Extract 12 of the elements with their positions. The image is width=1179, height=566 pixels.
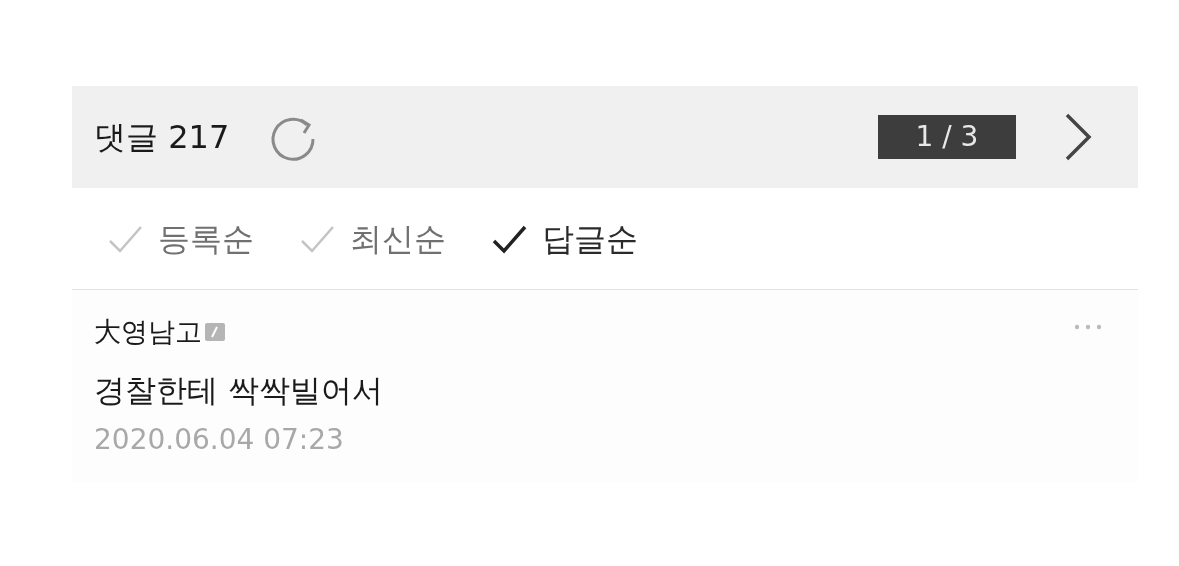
page-indicator: 1 / 3	[878, 115, 1016, 159]
check-icon	[492, 223, 528, 254]
sort-option[interactable]: 등록순	[108, 214, 254, 263]
comment-author: 大영남고	[94, 315, 202, 349]
sort-option[interactable]: 답글순	[492, 214, 638, 263]
badge-icon	[204, 322, 226, 343]
more-icon[interactable]	[1074, 324, 1102, 330]
comment-text: 경찰한테 싹싹빌어서	[94, 370, 384, 410]
comment-count-title: 댓글 217	[94, 117, 230, 158]
comment-date: 2020.06.04 07:23	[94, 422, 345, 458]
chevron-right-icon[interactable]	[1064, 112, 1092, 162]
sort-option[interactable]: 최신순	[300, 214, 446, 263]
